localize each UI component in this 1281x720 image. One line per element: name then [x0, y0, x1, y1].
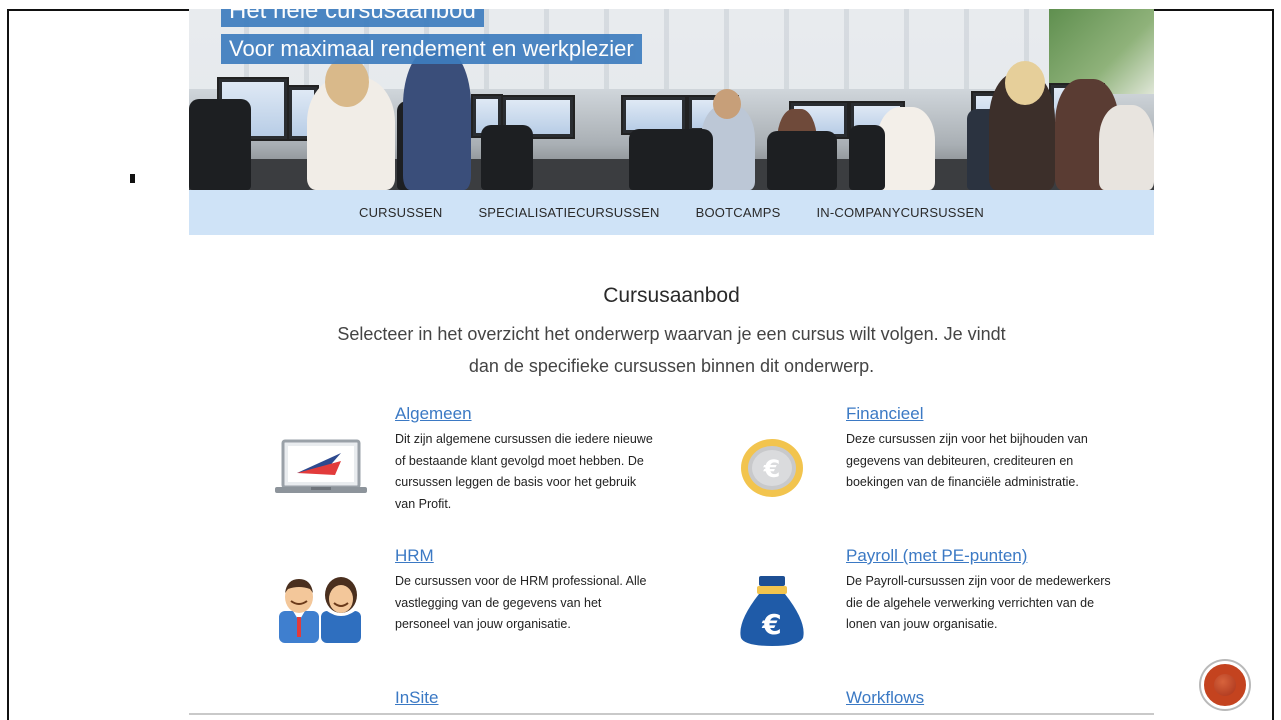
svg-text:€: € [763, 455, 781, 483]
course-link-hrm[interactable]: HRM [395, 546, 655, 566]
nav-item-specialisatiecursussen[interactable]: SPECIALISATIECURSUSSEN [478, 205, 659, 220]
hero-photo-chair [481, 125, 533, 190]
euro-coin-icon: € [740, 438, 804, 498]
hero-photo-head [1005, 61, 1045, 105]
course-financieel: Financieel Deze cursussen zijn voor het … [846, 404, 1116, 494]
course-link-payroll[interactable]: Payroll (met PE-punten) [846, 546, 1116, 566]
page-title: Cursusaanbod [603, 284, 740, 307]
course-desc-algemeen: Dit zijn algemene cursussen die iedere n… [395, 432, 653, 511]
course-algemeen: Algemeen Dit zijn algemene cursussen die… [395, 404, 655, 515]
hero-photo-head [325, 57, 369, 107]
course-desc-hrm: De cursussen voor de HRM professional. A… [395, 574, 647, 631]
screenshot-bottom-edge [189, 713, 1154, 715]
hero-photo-chair [189, 99, 251, 190]
svg-text:€: € [761, 608, 781, 641]
course-hrm: HRM De cursussen voor de HRM professiona… [395, 546, 655, 636]
course-link-algemeen[interactable]: Algemeen [395, 404, 655, 424]
course-link-workflows[interactable]: Workflows [846, 688, 1116, 708]
nav-item-in-companycursussen[interactable]: IN-COMPANYCURSUSSEN [816, 205, 984, 220]
hero-photo-person [877, 107, 935, 190]
hero-banner: Het hele cursusaanbod Voor maximaal rend… [189, 9, 1154, 190]
website-screenshot: Het hele cursusaanbod Voor maximaal rend… [189, 9, 1154, 715]
money-bag-icon: € [735, 574, 809, 646]
course-payroll: Payroll (met PE-punten) De Payroll-cursu… [846, 546, 1116, 636]
course-link-financieel[interactable]: Financieel [846, 404, 1116, 424]
hero-photo-chair [767, 131, 837, 190]
hero-title: Het hele cursusaanbod [221, 9, 484, 27]
hero-photo-chair [629, 129, 713, 190]
nav-item-cursussen[interactable]: CURSUSSEN [359, 205, 442, 220]
hero-photo-head [713, 89, 741, 119]
course-desc-financieel: Deze cursussen zijn voor het bijhouden v… [846, 432, 1088, 489]
bullet-mark [130, 174, 135, 183]
hero-photo-person [403, 49, 471, 190]
hero-photo-chair [849, 125, 885, 190]
nav-item-bootcamps[interactable]: BOOTCAMPS [696, 205, 781, 220]
main-nav: CURSUSSEN SPECIALISATIECURSUSSEN BOOTCAM… [189, 190, 1154, 235]
course-desc-payroll: De Payroll-cursussen zijn voor de medewe… [846, 574, 1111, 631]
course-workflows: Workflows [846, 688, 1116, 713]
hero-subtitle: Voor maximaal rendement en werkplezier [221, 34, 642, 64]
course-link-insite[interactable]: InSite [395, 688, 655, 708]
hero-photo-person [1099, 105, 1154, 190]
intro-text: Selecteer in het overzicht het onderwerp… [337, 324, 1006, 376]
laptop-icon [275, 439, 367, 495]
people-icon [277, 575, 363, 643]
slide-nav-button[interactable] [1201, 661, 1249, 709]
course-insite: InSite [395, 688, 655, 713]
